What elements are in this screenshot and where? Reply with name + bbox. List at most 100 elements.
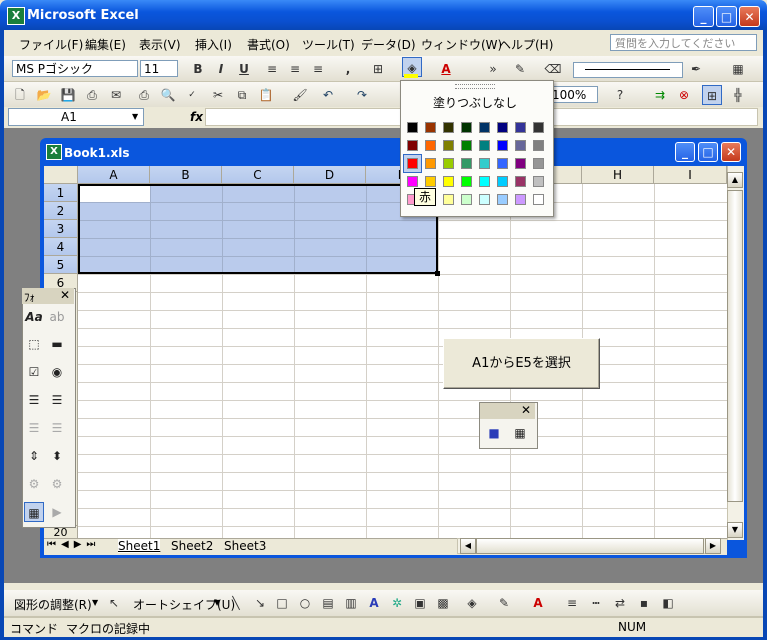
- edit-code-icon[interactable]: ⚙: [47, 474, 67, 494]
- color-swatch[interactable]: [494, 155, 512, 173]
- toolbar-options-icon[interactable]: »: [483, 59, 503, 79]
- line-tool-icon[interactable]: ╲: [226, 593, 246, 613]
- color-swatch[interactable]: [476, 173, 494, 191]
- spelling-icon[interactable]: ✓: [182, 85, 202, 105]
- menu-format[interactable]: 書式(O): [247, 36, 290, 53]
- color-swatch[interactable]: [476, 155, 494, 173]
- minimize-button[interactable]: _: [693, 6, 714, 27]
- diagram-icon[interactable]: ✲: [387, 593, 407, 613]
- font-name-select[interactable]: MS Pゴシック: [12, 60, 138, 77]
- column-header-c[interactable]: C: [222, 166, 294, 184]
- list-box-tool-icon[interactable]: ☰: [24, 390, 44, 410]
- rectangle-tool-icon[interactable]: □: [272, 593, 292, 613]
- draw-menu-button[interactable]: 図形の調整(R): [14, 596, 92, 613]
- split-icon[interactable]: ╬: [728, 85, 748, 105]
- arrow-tool-icon[interactable]: ↘: [250, 593, 270, 613]
- open-folder-icon[interactable]: 📂: [34, 85, 54, 105]
- color-swatch[interactable]: [512, 155, 530, 173]
- vertical-scroll-thumb[interactable]: [727, 190, 743, 502]
- line-color-icon[interactable]: ✒: [686, 59, 706, 79]
- format-painter-icon[interactable]: 🖌: [290, 85, 310, 105]
- combo-dropdown-tool-icon[interactable]: ☰: [47, 418, 67, 438]
- scroll-down-icon[interactable]: ▼: [727, 522, 743, 538]
- color-swatch[interactable]: [440, 137, 458, 155]
- underline-button[interactable]: U: [234, 59, 254, 79]
- color-swatch[interactable]: [494, 137, 512, 155]
- draw-font-color-icon[interactable]: A: [528, 593, 548, 613]
- color-swatch[interactable]: [458, 191, 476, 209]
- option-button-tool-icon[interactable]: ◉: [47, 362, 67, 382]
- menu-insert[interactable]: 挿入(I): [195, 36, 232, 53]
- scroll-up-icon[interactable]: ▲: [727, 172, 743, 188]
- vertical-text-box-icon[interactable]: ▥: [341, 593, 361, 613]
- color-swatch[interactable]: [530, 155, 548, 173]
- name-box[interactable]: A1: [8, 108, 144, 126]
- draw-menu-dropdown-icon[interactable]: ▼: [92, 598, 98, 607]
- save-icon[interactable]: 💾: [58, 85, 78, 105]
- select-objects-icon[interactable]: ↖: [104, 593, 124, 613]
- macro-select-button[interactable]: A1からE5を選択: [443, 338, 600, 389]
- color-swatch[interactable]: [440, 191, 458, 209]
- print-preview-icon[interactable]: 🔍: [158, 85, 178, 105]
- shadow-style-icon[interactable]: ▪: [634, 593, 654, 613]
- 3d-style-icon[interactable]: ◧: [658, 593, 678, 613]
- column-header-b[interactable]: B: [150, 166, 222, 184]
- row-header-3[interactable]: 3: [44, 220, 78, 238]
- control-properties-icon[interactable]: ⚙: [24, 474, 44, 494]
- font-color-icon[interactable]: A: [436, 59, 456, 79]
- color-swatch[interactable]: [440, 173, 458, 191]
- color-swatch[interactable]: [530, 137, 548, 155]
- workbook-maximize-button[interactable]: □: [698, 142, 718, 162]
- color-swatch[interactable]: [440, 155, 458, 173]
- forms-toolbox-close-icon[interactable]: ✕: [60, 288, 70, 302]
- undo-icon[interactable]: ↶: [318, 85, 338, 105]
- sheet-tab-3[interactable]: Sheet3: [224, 539, 266, 553]
- no-fill-option[interactable]: 塗りつぶしなし: [410, 94, 540, 112]
- column-header-h[interactable]: H: [582, 166, 654, 184]
- scroll-left-icon[interactable]: ◀: [460, 538, 476, 554]
- workbook-minimize-button[interactable]: _: [675, 142, 695, 162]
- menu-window[interactable]: ウィンドウ(W): [421, 36, 502, 53]
- eraser-icon[interactable]: ⌫: [543, 59, 563, 79]
- text-box-icon[interactable]: ▤: [318, 593, 338, 613]
- arrow-style-icon[interactable]: ⇄: [610, 593, 630, 613]
- color-swatch[interactable]: [530, 119, 548, 137]
- horizontal-scroll-thumb[interactable]: [476, 538, 704, 554]
- column-header-i[interactable]: I: [654, 166, 727, 184]
- fill-handle[interactable]: [435, 271, 440, 276]
- trace-precedents-icon[interactable]: ⇉: [650, 85, 670, 105]
- font-size-select[interactable]: 11: [140, 60, 178, 77]
- menu-view[interactable]: 表示(V): [139, 36, 181, 53]
- help-search-input[interactable]: 質問を入力してください: [610, 34, 757, 51]
- stop-recording-toolbar-close-icon[interactable]: ✕: [521, 403, 531, 417]
- copy-icon[interactable]: ⧉: [232, 85, 252, 105]
- insert-function-button[interactable]: fx: [190, 110, 203, 124]
- insert-picture-icon[interactable]: ▩: [433, 593, 453, 613]
- redo-icon[interactable]: ↷: [352, 85, 372, 105]
- align-center-icon[interactable]: ≡: [285, 59, 305, 79]
- color-swatch[interactable]: [530, 173, 548, 191]
- palette-drag-handle[interactable]: [455, 84, 495, 89]
- color-swatch[interactable]: [422, 155, 440, 173]
- draw-fill-color-icon[interactable]: ◈: [462, 593, 482, 613]
- borders-icon[interactable]: ⊞: [368, 59, 388, 79]
- color-swatch[interactable]: [476, 191, 494, 209]
- wordart-icon[interactable]: A: [364, 593, 384, 613]
- color-swatch[interactable]: [530, 191, 548, 209]
- comma-style-button[interactable]: ,: [338, 59, 358, 79]
- maximize-button[interactable]: □: [716, 6, 737, 27]
- color-swatch[interactable]: [422, 137, 440, 155]
- checkbox-tool-icon[interactable]: ☑: [24, 362, 44, 382]
- workbook-close-button[interactable]: ✕: [721, 142, 741, 162]
- color-swatch[interactable]: [494, 119, 512, 137]
- menu-help[interactable]: ヘルプ(H): [499, 36, 553, 53]
- dash-style-icon[interactable]: ┅: [586, 593, 606, 613]
- color-swatch[interactable]: [476, 119, 494, 137]
- combo-list-tool-icon[interactable]: ☰: [24, 418, 44, 438]
- sheet-tab-1[interactable]: Sheet1: [118, 539, 161, 553]
- color-swatch[interactable]: [458, 137, 476, 155]
- scroll-right-icon[interactable]: ▶: [705, 538, 721, 554]
- sheet-tab-2[interactable]: Sheet2: [171, 539, 213, 553]
- combo-box-tool-icon[interactable]: ☰: [47, 390, 67, 410]
- workbook-icon[interactable]: X: [46, 144, 62, 160]
